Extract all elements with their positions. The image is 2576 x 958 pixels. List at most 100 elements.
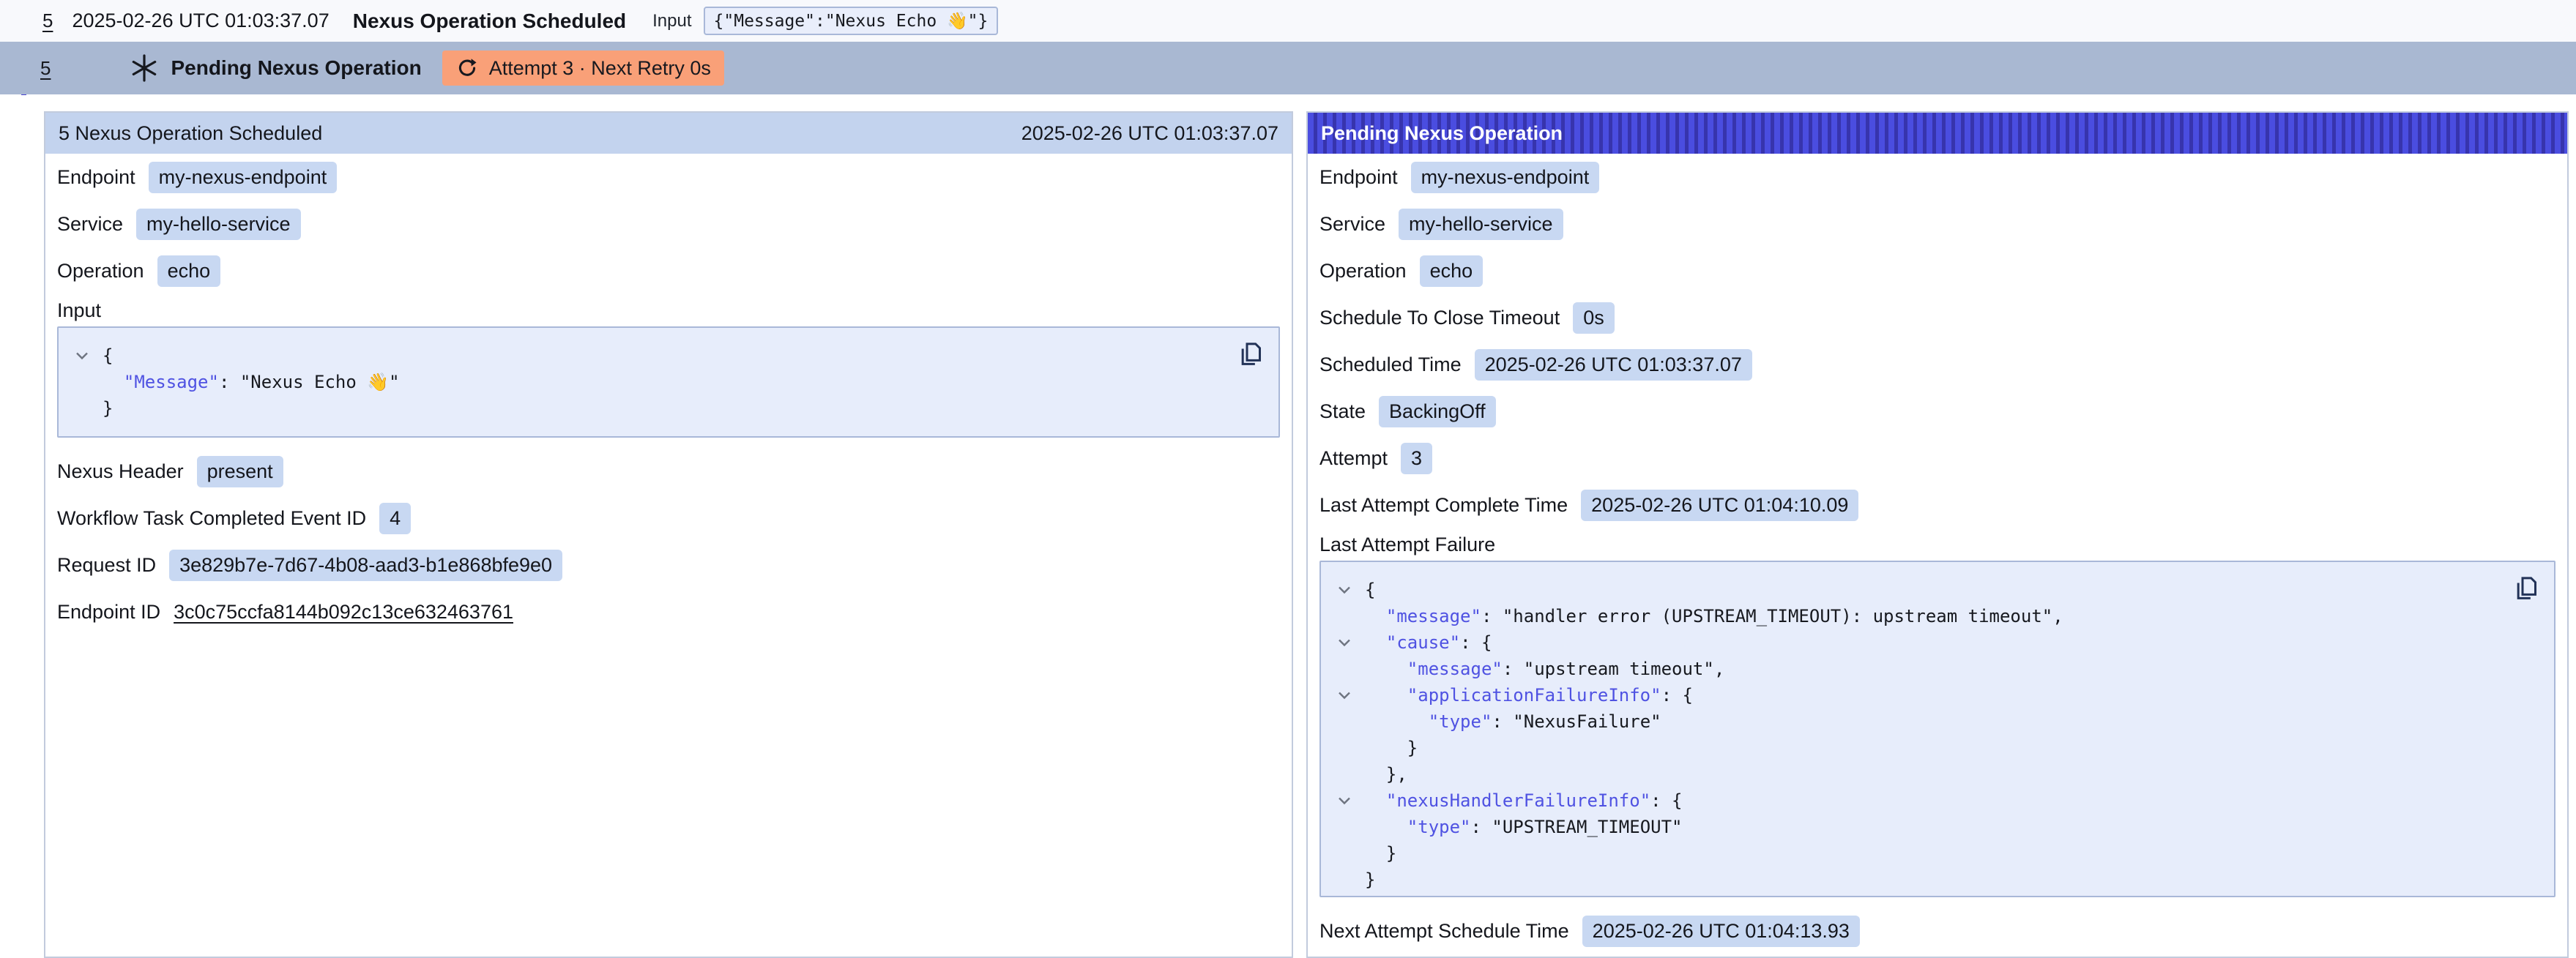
field-row: Workflow Task Completed Event ID 4 [57,495,1280,542]
field-label: Nexus Header [57,460,184,483]
field-value-badge: my-hello-service [1399,209,1563,240]
scheduled-fields-bottom: Nexus Header present Workflow Task Complet… [57,448,1280,635]
code-text: "applicationFailureInfo": { [1365,682,1693,708]
copy-icon [2512,572,2541,605]
code-line: } [1337,735,2538,761]
code-line: "cause": { [1337,629,2538,656]
pending-operation-title: Pending Nexus Operation [171,56,421,80]
scheduled-panel-timestamp: 2025-02-26 UTC 01:03:37.07 [1021,122,1278,145]
field-label: State [1319,400,1366,423]
code-text: { [103,343,113,369]
failure-json-lines: { "message": "handler error (UPSTREAM_TI… [1337,577,2538,893]
code-text: "message": "upstream timeout", [1365,656,1724,682]
collapse-chevron-icon[interactable] [75,343,103,369]
pending-event-id-link[interactable]: 5 [40,57,51,80]
event-timestamp: 2025-02-26 UTC 01:03:37.07 [72,10,329,32]
field-row: Endpointmy-nexus-endpoint [1319,154,2555,201]
pending-panel-header: Pending Nexus Operation [1308,113,2567,154]
field-label: Service [1319,213,1385,236]
code-text: "nexusHandlerFailureInfo": { [1365,787,1683,814]
code-gutter [1337,735,1365,761]
code-text: "cause": { [1365,629,1492,656]
field-row: Last Attempt Complete Time 2025-02-26 UTC… [1319,482,2555,528]
field-row: Attempt 3 [1319,435,2555,482]
pending-fields-top: Endpointmy-nexus-endpoint Service my-hello… [1319,154,2555,528]
field-value-badge: my-hello-service [136,209,301,240]
code-line: "type": "NexusFailure" [1337,708,2538,735]
scheduled-fields-top: Endpoint my-nexus-endpoint Service my-hello… [57,154,1280,294]
field-label: Endpoint [57,166,135,189]
code-gutter [1337,603,1365,629]
field-label: Attempt [1319,447,1388,470]
field-row: Next Attempt Schedule Time 2025-02-26 UTC… [1319,908,2555,954]
collapse-chevron-icon[interactable] [1337,577,1365,603]
field-value-badge: 3 [1401,443,1432,474]
collapse-chevron-icon[interactable] [1337,629,1365,656]
code-line: { [1337,577,2538,603]
field-value-badge: BackingOff [1379,396,1496,427]
field-label: Endpoint ID [57,601,160,624]
event-summary-row[interactable]: 5 2025-02-26 UTC 01:03:37.07 Nexus Opera… [0,0,2576,42]
field-value-link[interactable]: 3c0c75ccfa8144b092c13ce632463761 [174,601,513,624]
failure-json-viewer: { "message": "handler error (UPSTREAM_TI… [1319,561,2555,897]
field-value-badge: present [197,456,283,487]
copy-input-button[interactable] [1236,338,1265,370]
attempt-retry-label: Attempt 3 · Next Retry 0s [489,57,711,80]
copy-failure-button[interactable] [2512,572,2541,605]
code-text: } [1365,735,1418,761]
collapse-chevron-icon[interactable] [1337,787,1365,814]
code-line: "applicationFailureInfo": { [1337,682,2538,708]
field-value-badge: echo [157,255,221,287]
code-gutter [1337,840,1365,867]
event-name: Nexus Operation Scheduled [353,10,626,33]
field-label: Last Attempt Complete Time [1319,494,1568,517]
event-id-link[interactable]: 5 [42,10,53,32]
field-value-badge: 2025-02-26 UTC 01:04:13.93 [1582,916,1860,947]
failure-section-label: Last Attempt Failure [1319,528,2555,561]
input-json-viewer: { "Message": "Nexus Echo 👋"} [57,326,1280,438]
field-label: Scheduled Time [1319,353,1462,376]
field-row: Service my-hello-service [57,201,1280,247]
code-line: }, [1337,761,2538,787]
field-label: Request ID [57,554,156,577]
field-value-badge: 2025-02-26 UTC 01:04:10.09 [1581,490,1858,521]
input-json-lines: { "Message": "Nexus Echo 👋"} [75,343,1262,422]
field-row: State BackingOff [1319,388,2555,435]
field-row: Service my-hello-service [1319,201,2555,247]
code-line: "nexusHandlerFailureInfo": { [1337,787,2538,814]
field-label: Service [57,213,123,236]
code-text: }, [1365,761,1407,787]
field-label: Next Attempt Schedule Time [1319,920,1569,943]
collapse-chevron-icon[interactable] [1337,682,1365,708]
field-row: Schedule To Close Timeout0s [1319,294,2555,341]
code-gutter [1337,656,1365,682]
field-value-badge: 3e829b7e-7d67-4b08-aad3-b1e868bfe9e0 [169,550,562,581]
code-text: } [1365,867,1375,893]
code-text: "Message": "Nexus Echo 👋" [103,369,400,395]
code-gutter [1337,761,1365,787]
code-text: "type": "UPSTREAM_TIMEOUT" [1365,814,1682,840]
code-line: } [1337,840,2538,867]
field-row: Nexus Header present [57,448,1280,495]
attempt-retry-badge[interactable]: Attempt 3 · Next Retry 0s [442,50,724,86]
pending-operation-row[interactable]: 5 Pending Nexus Operation Attempt 3 · Ne… [0,42,2576,94]
field-value-badge: 4 [379,503,411,534]
pending-panel-title: Pending Nexus Operation [1321,122,1563,145]
input-section-label: Input [57,294,1280,326]
field-value-badge: 0s [1573,302,1615,334]
code-line: "message": "upstream timeout", [1337,656,2538,682]
field-label: Operation [1319,260,1407,282]
event-input-preview-chip[interactable]: {"Message":"Nexus Echo 👋"} [704,7,999,35]
field-label: Workflow Task Completed Event ID [57,507,366,530]
code-text: "type": "NexusFailure" [1365,708,1661,735]
code-line: "Message": "Nexus Echo 👋" [75,369,1262,395]
pending-operation-panel: Pending Nexus Operation Endpointmy-nexus… [1306,111,2569,958]
scheduled-event-panel: 5 Nexus Operation Scheduled 2025-02-26 U… [44,111,1293,958]
pending-asterisk-icon [130,53,159,83]
pending-fields-bottom: Next Attempt Schedule Time 2025-02-26 UTC… [1319,908,2555,954]
field-value-badge: my-nexus-endpoint [149,162,338,193]
event-input-label: Input [652,11,691,31]
code-text: } [103,395,113,422]
field-label: Endpoint [1319,166,1398,189]
field-row: Endpoint ID 3c0c75ccfa8144b092c13ce632463… [57,588,1280,635]
